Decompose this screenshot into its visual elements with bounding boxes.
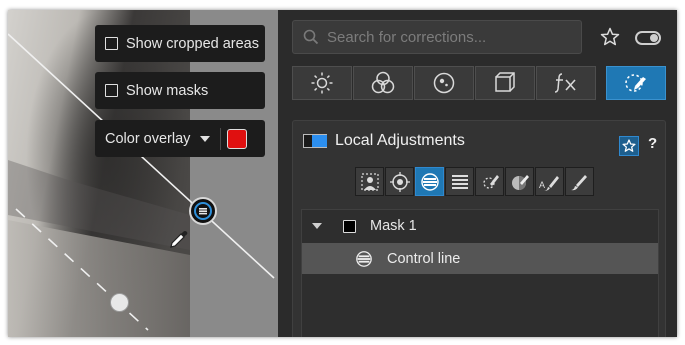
local-adjustments-section: Local Adjustments ? A Mask 1 Control lin… — [292, 120, 666, 337]
overlay-color-swatch[interactable] — [227, 128, 248, 149]
svg-text:A: A — [539, 180, 545, 190]
search-bar[interactable] — [292, 20, 582, 54]
tab-effects[interactable] — [536, 66, 596, 100]
mask-tools-toolbar: A — [355, 167, 595, 196]
control-line-icon — [355, 250, 373, 268]
detail-icon — [433, 72, 455, 94]
tab-local-adjustments[interactable] — [606, 66, 666, 100]
auto-brush-icon: A — [539, 175, 559, 191]
section-header[interactable]: Local Adjustments — [303, 132, 465, 150]
show-cropped-areas-label: Show cropped areas — [126, 35, 259, 52]
control-line-icon — [420, 172, 439, 191]
brush-button[interactable] — [565, 167, 594, 196]
auto-mask-icon — [482, 174, 499, 189]
tab-geometry[interactable] — [475, 66, 535, 100]
auto-brush-button[interactable]: A — [535, 167, 564, 196]
section-favorite-button[interactable] — [619, 136, 639, 156]
luminosity-mask-icon — [511, 174, 529, 190]
search-input[interactable] — [327, 28, 557, 46]
expand-caret-icon[interactable] — [312, 223, 322, 229]
section-title: Local Adjustments — [335, 132, 465, 149]
corrections-panel: Local Adjustments ? — [278, 10, 677, 337]
luminosity-mask-button[interactable] — [505, 167, 534, 196]
list-item[interactable]: Mask 1 — [302, 210, 658, 242]
graduated-filter-button[interactable] — [445, 167, 474, 196]
mask-label: Mask 1 — [370, 218, 417, 234]
show-masks-toggle[interactable]: Show masks — [95, 72, 265, 109]
toggle-knob — [650, 34, 658, 42]
star-icon — [622, 139, 636, 152]
application-window: Show cropped areas Show masks Color over… — [8, 10, 677, 337]
help-button[interactable]: ? — [648, 135, 657, 152]
light-icon — [311, 72, 333, 94]
show-masks-label: Show masks — [126, 82, 209, 99]
selection-tool-icon — [360, 172, 379, 191]
local-adjustments-icon — [625, 74, 646, 92]
control-line-end-point[interactable] — [110, 293, 129, 312]
panel-toggle-switch[interactable] — [635, 31, 661, 45]
favorites-star-icon[interactable] — [600, 27, 620, 47]
section-color-indicator — [303, 134, 327, 148]
control-line-icon — [194, 202, 212, 220]
divider — [220, 127, 222, 150]
control-line-button[interactable] — [415, 167, 444, 196]
color-icon — [371, 71, 395, 94]
show-masks-checkbox[interactable] — [105, 84, 118, 97]
mask-visibility-checkbox[interactable] — [343, 219, 356, 233]
control-line-handle[interactable] — [189, 197, 217, 225]
auto-mask-button[interactable] — [475, 167, 504, 196]
tab-detail[interactable] — [414, 66, 474, 100]
control-line-label: Control line — [387, 250, 461, 267]
selection-tool-button[interactable] — [355, 167, 384, 196]
effects-icon — [554, 73, 576, 93]
search-icon — [303, 29, 319, 45]
brush-icon — [570, 174, 587, 190]
mask-list: Mask 1 Control line — [301, 209, 659, 337]
chevron-down-icon[interactable] — [200, 135, 211, 142]
correction-category-tabs — [292, 66, 597, 100]
list-item-selected[interactable]: Control line — [302, 243, 658, 274]
tab-light[interactable] — [292, 66, 352, 100]
eyedropper-icon[interactable] — [168, 228, 190, 250]
control-point-icon — [389, 171, 410, 192]
image-canvas[interactable]: Show cropped areas Show masks Color over… — [8, 10, 278, 337]
tab-color[interactable] — [353, 66, 413, 100]
graduated-filter-icon — [451, 174, 468, 189]
show-cropped-areas-checkbox[interactable] — [105, 37, 118, 50]
overlay-mode-bar: Color overlay — [95, 120, 265, 157]
control-point-button[interactable] — [385, 167, 414, 196]
overlay-mode-dropdown[interactable]: Color overlay — [105, 131, 190, 147]
show-cropped-areas-toggle[interactable]: Show cropped areas — [95, 25, 265, 62]
geometry-icon — [495, 72, 515, 92]
